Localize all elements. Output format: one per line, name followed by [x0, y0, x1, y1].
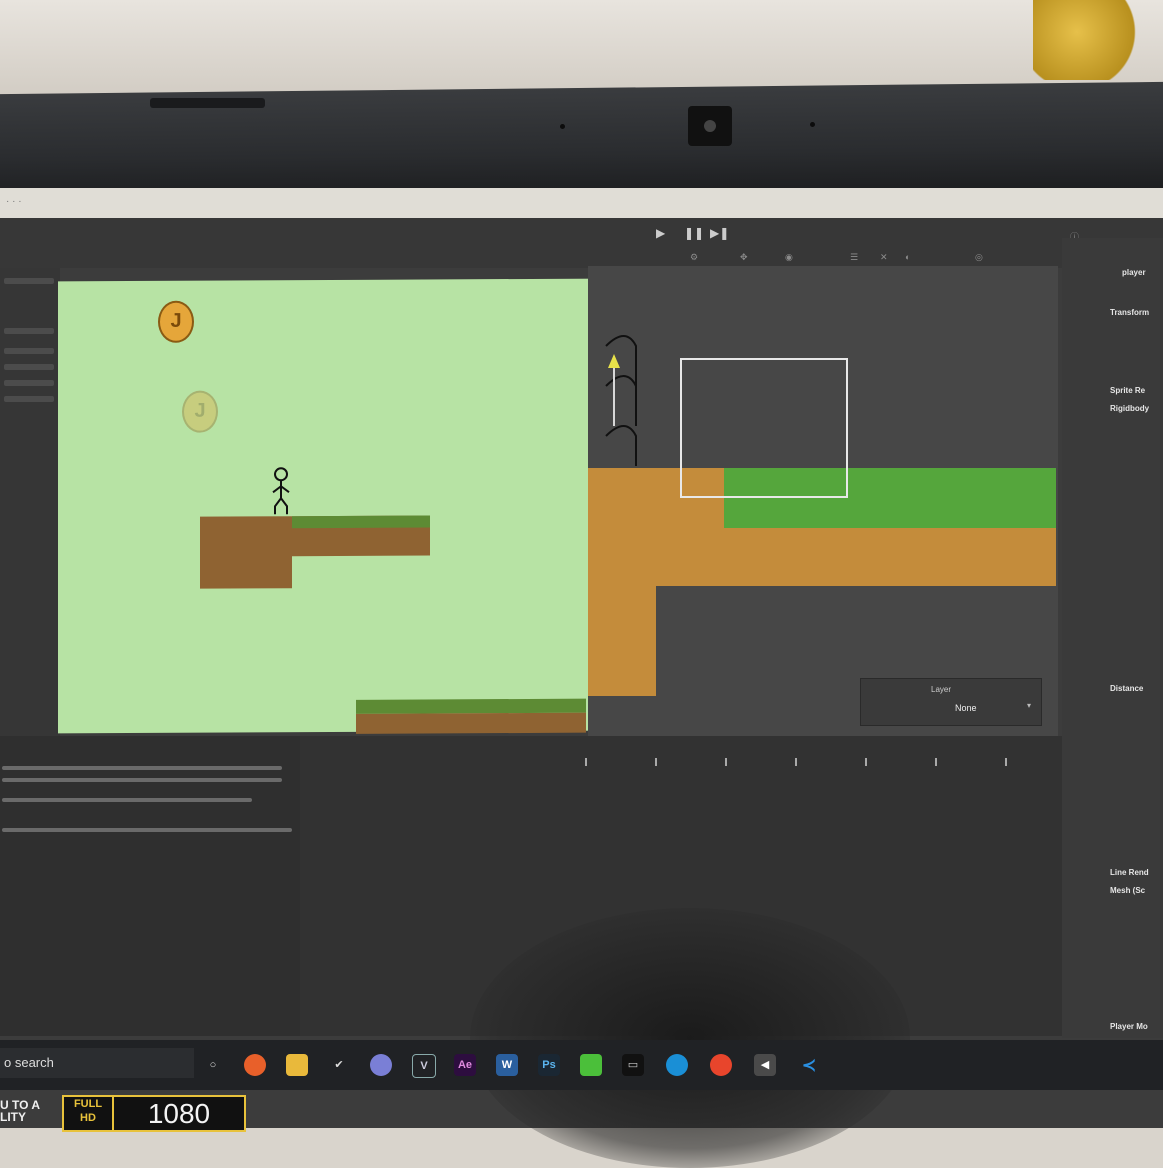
scene-view[interactable]: Layer None ▾: [588, 266, 1058, 736]
editor-menubar: · · ·: [0, 188, 1163, 218]
discord-icon[interactable]: [370, 1054, 392, 1076]
record-icon[interactable]: [710, 1054, 732, 1076]
hierarchy-item[interactable]: [4, 380, 54, 386]
desk-toy: [1033, 0, 1143, 80]
hierarchy-item[interactable]: [4, 328, 54, 334]
timeline-tick: [655, 758, 657, 766]
component-mesh[interactable]: Mesh (Sc: [1110, 886, 1145, 895]
hierarchy-item[interactable]: [4, 396, 54, 402]
console-log-line[interactable]: [2, 798, 252, 802]
overlay-title: Layer: [931, 685, 952, 694]
task-view-icon[interactable]: ○: [202, 1054, 224, 1076]
step-button[interactable]: ▶❚: [710, 226, 729, 240]
line-icon[interactable]: [580, 1054, 602, 1076]
word-icon[interactable]: W: [496, 1054, 518, 1076]
timeline-tick: [1005, 758, 1007, 766]
badge-full: FULL: [73, 1098, 103, 1110]
chevron-down-icon: ▾: [1027, 701, 1032, 710]
ground-platform: [200, 516, 292, 589]
scene-tool[interactable]: ✥: [740, 252, 748, 263]
component-rigidbody[interactable]: Rigidbody: [1110, 404, 1149, 413]
component-line-renderer[interactable]: Line Rend: [1110, 868, 1149, 877]
play-button[interactable]: ▶: [656, 226, 665, 240]
folder-icon[interactable]: [286, 1054, 308, 1076]
hierarchy-item[interactable]: [4, 364, 54, 370]
scene-tool[interactable]: ◎: [975, 252, 983, 263]
coin-sprite: J: [182, 390, 218, 433]
timeline-tick: [795, 758, 797, 766]
layer-dropdown[interactable]: None: [955, 703, 977, 713]
windows-taskbar: o search ○ ✔ V Ae W Ps ▭ ◀ ≺: [0, 1040, 1163, 1090]
tile-dirt: [588, 586, 656, 696]
firefox-icon[interactable]: [244, 1054, 266, 1076]
edge-icon[interactable]: [666, 1054, 688, 1076]
timeline-tick: [865, 758, 867, 766]
resolution-label: 1080: [112, 1095, 246, 1132]
timeline-tick: [935, 758, 937, 766]
camera-bounds[interactable]: [680, 358, 848, 498]
layer-overlay[interactable]: Layer None ▾: [860, 678, 1042, 726]
coin-symbol: J: [170, 309, 182, 332]
stickman-outline: [605, 335, 637, 466]
hierarchy-item[interactable]: [4, 348, 54, 354]
timeline-tick: [725, 758, 727, 766]
scene-tool[interactable]: ◐: [905, 252, 910, 262]
badge-line: LITY: [0, 1110, 26, 1124]
ground-platform: [356, 712, 586, 734]
video-quality-badge: U TO A LITY FULL HD 1080: [0, 1095, 250, 1132]
taskbar-search[interactable]: o search: [0, 1048, 194, 1078]
inspector-panel: player Transform Sprite Re Rigidbody Dis…: [1062, 238, 1163, 1038]
scene-tool[interactable]: ◉: [785, 252, 793, 263]
editor-toolbar: ▶ ❚❚ ▶❚ ⚙ ✥ ◉ ☰ ✕ ◐ ◎ ⓘ: [0, 218, 1163, 268]
scene-tool[interactable]: ☰: [850, 252, 858, 263]
screen-glare: [470, 908, 910, 1168]
after-effects-icon[interactable]: Ae: [454, 1054, 476, 1076]
game-view[interactable]: J J: [58, 278, 600, 734]
scene-tool[interactable]: ✕: [880, 252, 888, 263]
scene-tool[interactable]: ⚙: [690, 252, 698, 263]
component-transform[interactable]: Transform: [1110, 308, 1149, 317]
pause-button[interactable]: ❚❚: [684, 226, 704, 240]
timeline-tick: [585, 758, 587, 766]
vscode-icon[interactable]: ≺: [798, 1054, 820, 1076]
grass-strip: [356, 698, 586, 714]
bezel-led: [560, 124, 565, 129]
hierarchy-panel: [0, 268, 60, 738]
grass-strip: [292, 515, 430, 529]
laptop-screen: · · · ▶ ❚❚ ▶❚ ⚙ ✥ ◉ ☰ ✕ ◐ ◎ ⓘ J J Layer …: [0, 188, 1163, 1168]
menu-item[interactable]: · · ·: [6, 196, 22, 207]
console-panel: [0, 736, 300, 1036]
coin-sprite: J: [158, 300, 194, 343]
vegas-icon[interactable]: V: [412, 1054, 436, 1078]
hierarchy-item[interactable]: [4, 278, 54, 284]
console-log-line[interactable]: [2, 778, 282, 782]
unity-icon[interactable]: ◀: [754, 1054, 776, 1076]
component-player-movement[interactable]: Player Mo: [1110, 1022, 1148, 1031]
console-log-line[interactable]: [2, 828, 292, 832]
inspector-object-name[interactable]: player: [1122, 268, 1146, 277]
component-distance-joint[interactable]: Distance: [1110, 684, 1143, 693]
badge-caption: U TO A LITY: [0, 1099, 40, 1123]
terminal-icon[interactable]: ▭: [622, 1054, 644, 1076]
photoshop-icon[interactable]: Ps: [538, 1054, 560, 1076]
coin-symbol: J: [194, 399, 206, 422]
search-input[interactable]: o search: [4, 1055, 54, 1070]
component-sprite-renderer[interactable]: Sprite Re: [1110, 386, 1145, 395]
bezel-hinge: [150, 98, 265, 108]
webcam: [688, 106, 732, 146]
badge-hd: HD: [80, 1112, 96, 1124]
bezel-led: [810, 122, 815, 127]
stickman-player: [272, 467, 290, 515]
todo-icon[interactable]: ✔: [328, 1054, 350, 1076]
console-log-line[interactable]: [2, 766, 282, 770]
full-hd-label: FULL HD: [62, 1095, 114, 1132]
